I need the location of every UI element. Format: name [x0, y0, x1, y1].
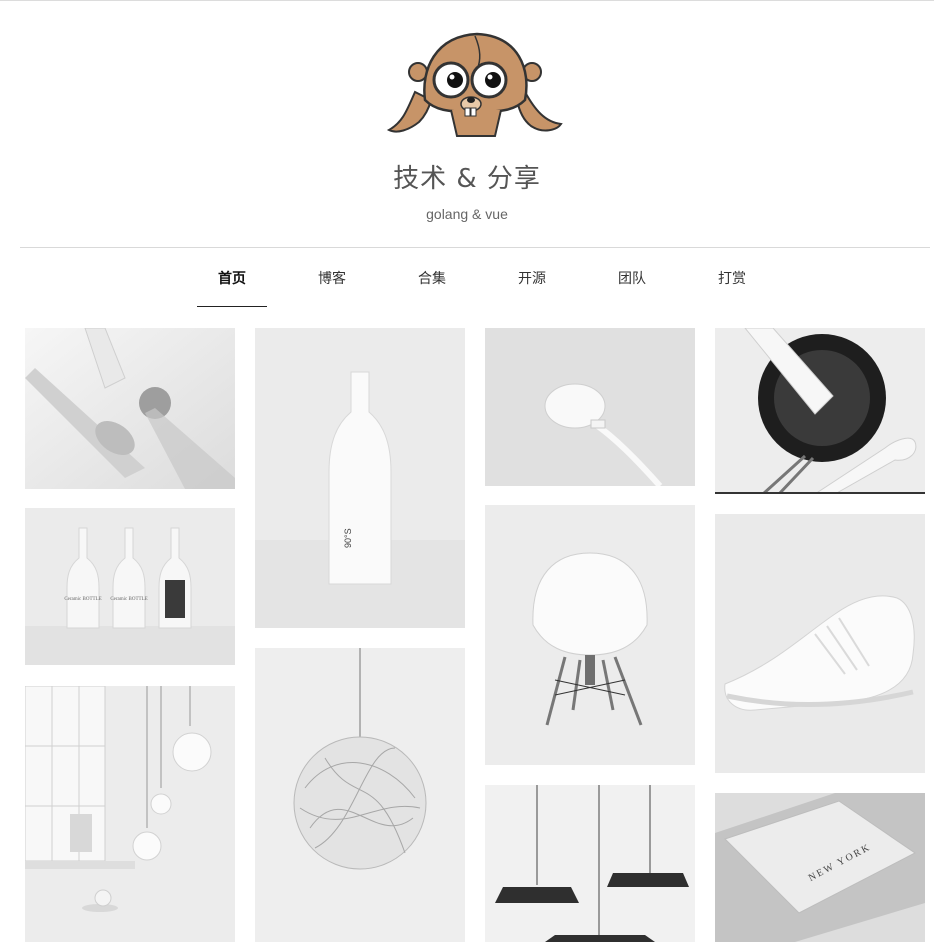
nav-item-blog[interactable]: 博客 — [297, 260, 367, 308]
gopher-logo-icon[interactable] — [385, 30, 565, 142]
nav-item-collections[interactable]: 合集 — [397, 260, 467, 308]
gallery-item-pendant-bulbs[interactable] — [25, 686, 235, 942]
nav-active-underline — [197, 306, 267, 307]
gallery-item-wireless-charger[interactable] — [485, 328, 695, 486]
gallery-item-wire-pendant-lamp[interactable] — [255, 648, 465, 942]
gallery-item-black-pan[interactable] — [715, 328, 925, 494]
site-header: 技术 & 分享 golang & vue — [0, 0, 934, 248]
gallery-item-shell-chair[interactable] — [485, 505, 695, 765]
nav-item-open-source[interactable]: 开源 — [497, 260, 567, 308]
gallery-item-ceramic-bottles[interactable]: Ceramic BOTTLE Ceramic BOTTLE — [25, 508, 235, 665]
site-subtitle: golang & vue — [426, 206, 508, 222]
bottle-label: Ceramic BOTTLE — [64, 597, 101, 602]
nav-item-donate[interactable]: 打赏 — [697, 260, 767, 308]
main-nav: 首页 博客 合集 开源 团队 打赏 — [182, 260, 782, 310]
header-divider — [20, 247, 930, 248]
gallery-item-geometric-still-life[interactable] — [25, 328, 235, 489]
bottle-label: Ceramic BOTTLE — [110, 597, 147, 602]
site-title: 技术 & 分享 — [393, 164, 541, 194]
gallery-item-white-bottle[interactable]: 90°S — [255, 328, 465, 628]
gallery-item-black-pendant-lamps[interactable] — [485, 785, 695, 942]
nav-item-team[interactable]: 团队 — [597, 260, 667, 308]
gallery-item-notebook[interactable]: NEW YORK — [715, 793, 925, 942]
bottle-label: 90°S — [343, 528, 353, 548]
gallery-item-white-sneaker[interactable] — [715, 514, 925, 773]
nav-item-home[interactable]: 首页 — [197, 260, 267, 308]
